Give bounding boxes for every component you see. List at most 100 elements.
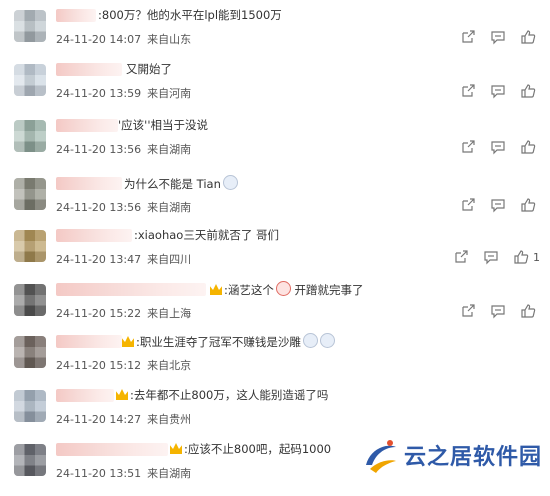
comment-item: :涵艺这个 开蹭就完事了 24-11-20 15:22 来自上海 [0, 278, 550, 336]
like-count: 1 [533, 250, 540, 264]
timestamp: 24-11-20 14:27 [56, 413, 142, 426]
comment-text: 又開始了 [126, 62, 172, 76]
comment-actions [460, 197, 536, 213]
comment-actions: 1 [453, 249, 540, 265]
share-icon[interactable] [460, 197, 476, 213]
timestamp: 24-11-20 14:07 [56, 33, 142, 46]
location: 来自上海 [147, 307, 192, 320]
comment-meta: 24-11-20 13:56 来自湖南 [56, 141, 191, 157]
username-redacted[interactable] [56, 389, 114, 402]
username-redacted[interactable] [56, 9, 96, 22]
watermark-text: 云之居软件园 [403, 445, 542, 470]
comment-meta: 24-11-20 15:22 来自上海 [56, 305, 191, 321]
share-icon[interactable] [460, 83, 476, 99]
location: 来自河南 [147, 87, 192, 100]
comment-text-content: :职业生涯夺了冠军不赚钱是沙雕 [136, 335, 301, 349]
username-redacted[interactable] [56, 443, 168, 456]
watermark: 云之居软件园 [360, 435, 542, 475]
username-redacted[interactable] [56, 283, 206, 296]
username-redacted[interactable] [56, 177, 122, 190]
timestamp: 24-11-20 13:59 [56, 87, 142, 100]
crown-icon [210, 284, 222, 295]
location: 来自湖南 [147, 201, 192, 214]
like-icon[interactable] [520, 83, 536, 99]
avatar[interactable] [14, 336, 46, 368]
comment-text: :xiaohao三天前就否了 哥们 [134, 228, 279, 242]
comment-text-content: 开蹭就完事了 [294, 283, 364, 297]
comment-icon[interactable] [483, 249, 499, 265]
avatar[interactable] [14, 390, 46, 422]
comment-text: 为什么不能是 Tian [124, 175, 238, 192]
comment-icon[interactable] [490, 303, 506, 319]
like-icon[interactable] [520, 29, 536, 45]
timestamp: 24-11-20 13:47 [56, 253, 142, 266]
timestamp: 24-11-20 15:12 [56, 359, 142, 372]
share-icon[interactable] [453, 249, 469, 265]
crown-icon [116, 389, 128, 400]
comment-actions [460, 83, 536, 99]
like-icon[interactable] [520, 303, 536, 319]
comment-text-content: 为什么不能是 Tian [124, 177, 221, 191]
username-redacted[interactable] [56, 119, 118, 132]
emoji-icon [302, 333, 318, 348]
comment-item: '应该''相当于没说 24-11-20 13:56 来自湖南 [0, 114, 550, 172]
comment-actions [460, 303, 536, 319]
avatar[interactable] [14, 178, 46, 210]
share-icon[interactable] [460, 139, 476, 155]
comment-meta: 24-11-20 14:07 来自山东 [56, 31, 191, 47]
comment-item: :职业生涯夺了冠军不赚钱是沙雕 24-11-20 15:12 来自北京 [0, 330, 550, 388]
comment-icon[interactable] [490, 139, 506, 155]
share-icon[interactable] [460, 303, 476, 319]
comment-item: :800万？他的水平在lpl能到1500万 24-11-20 14:07 来自山东 [0, 4, 550, 62]
emoji-icon [319, 333, 335, 348]
crown-icon [122, 336, 134, 347]
timestamp: 24-11-20 13:51 [56, 467, 142, 480]
comment-item: :去年都不止800万，这人能别造谣了吗 24-11-20 14:27 来自贵州 [0, 384, 550, 442]
comment-actions [460, 29, 536, 45]
comment-meta: 24-11-20 13:59 来自河南 [56, 85, 191, 101]
comment-text: :应该不止800吧，起码1000 [170, 441, 331, 457]
comment-meta: 24-11-20 15:12 来自北京 [56, 357, 191, 373]
comment-list: :800万？他的水平在lpl能到1500万 24-11-20 14:07 来自山东… [0, 0, 550, 480]
username-redacted[interactable] [56, 335, 122, 348]
timestamp: 24-11-20 13:56 [56, 143, 142, 156]
like-icon[interactable] [520, 197, 536, 213]
avatar[interactable] [14, 230, 46, 262]
comment-icon[interactable] [490, 197, 506, 213]
like-icon[interactable] [520, 139, 536, 155]
watermark-logo-icon [365, 440, 396, 473]
comment-text-content: :应该不止800吧，起码1000 [184, 442, 332, 456]
comment-icon[interactable] [490, 83, 506, 99]
comment-text: '应该''相当于没说 [118, 118, 208, 132]
emoji-icon [275, 281, 291, 296]
avatar[interactable] [14, 10, 46, 42]
comment-actions [460, 139, 536, 155]
avatar[interactable] [14, 284, 46, 316]
username-redacted[interactable] [56, 229, 132, 242]
comment-meta: 24-11-20 14:27 来自贵州 [56, 411, 191, 427]
avatar[interactable] [14, 120, 46, 152]
comment-text: :去年都不止800万，这人能别造谣了吗 [116, 387, 328, 403]
comment-icon[interactable] [490, 29, 506, 45]
location: 来自四川 [147, 253, 192, 266]
comment-text: :职业生涯夺了冠军不赚钱是沙雕 [122, 333, 335, 350]
avatar[interactable] [14, 444, 46, 476]
emoji-icon [222, 175, 238, 190]
location: 来自湖南 [147, 143, 192, 156]
username-redacted[interactable] [56, 63, 122, 76]
share-icon[interactable] [460, 29, 476, 45]
crown-icon [170, 443, 182, 454]
like-icon[interactable] [513, 249, 529, 265]
comment-text: :800万？他的水平在lpl能到1500万 [98, 8, 282, 22]
comment-item: 为什么不能是 Tian 24-11-20 13:56 来自湖南 [0, 172, 550, 230]
comment-item: :xiaohao三天前就否了 哥们 24-11-20 13:47 来自四川 1 [0, 224, 550, 282]
comment-item: 又開始了 24-11-20 13:59 来自河南 [0, 58, 550, 116]
location: 来自贵州 [147, 413, 192, 426]
location: 来自北京 [147, 359, 192, 372]
location: 来自湖南 [147, 467, 192, 480]
timestamp: 24-11-20 15:22 [56, 307, 142, 320]
comment-text-content: :涵艺这个 [224, 283, 274, 297]
comment-text-content: :去年都不止800万，这人能别造谣了吗 [130, 388, 329, 402]
avatar[interactable] [14, 64, 46, 96]
comment-meta: 24-11-20 13:47 来自四川 [56, 251, 191, 267]
